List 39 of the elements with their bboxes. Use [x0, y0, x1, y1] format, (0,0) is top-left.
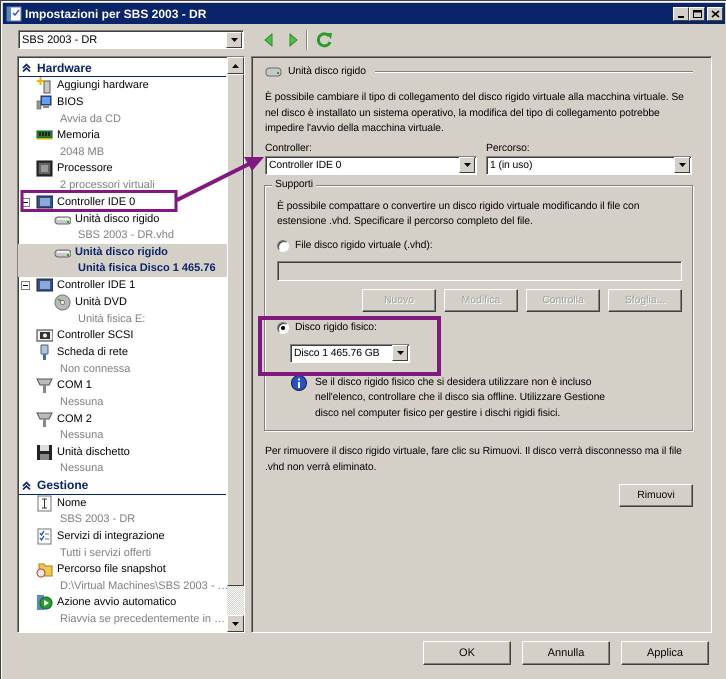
- tree-item[interactable]: Memoria 2048 MB: [18, 127, 227, 160]
- tree-item[interactable]: Unità DVD Unità fisica E:: [18, 294, 227, 328]
- remove-note: Per rimuovere il disco rigido virtuale, fare clic su Rimuovi. Il disco verrà disconnesso ma il file .vhd non verrà eliminato.: [265, 445, 683, 474]
- tree-item[interactable]: Processore 2 processori virtuali: [18, 160, 227, 194]
- tree-item[interactable]: BIOS Avvia da CD: [18, 94, 227, 128]
- tree-item[interactable]: Percorso file snapshot D:\Virtual Machines\SBS 2003 - …: [18, 561, 227, 594]
- field-label: Percorso:: [486, 142, 531, 154]
- tree-item[interactable]: Aggiungi hardware: [18, 77, 227, 94]
- tree-item[interactable]: Controller IDE 1: [18, 276, 227, 294]
- section-header[interactable]: Hardware: [19, 59, 226, 77]
- section-heading: Unità disco rigido: [288, 66, 366, 77]
- tree-item[interactable]: Unità disco rigido Unità fisica Disco 1 465.76: [18, 244, 227, 277]
- tree-item[interactable]: Unità disco rigido SBS 2003 - DR.vhd: [18, 210, 227, 244]
- section-header[interactable]: Gestione: [19, 476, 226, 495]
- tree-item[interactable]: Nome SBS 2003 - DR: [18, 494, 227, 528]
- tree-item[interactable]: Controller SCSI: [18, 327, 227, 344]
- media-description: È possibile compattare o convertire un disco rigido virtuale modificando il file con estensione .vhd. Specificare il percorso completo del file.: [277, 199, 640, 229]
- field-label: Controller:: [265, 142, 313, 154]
- disk-dropdown[interactable]: Disco 1 465.76 GB: [290, 344, 410, 362]
- group-title: Supporti: [272, 178, 316, 190]
- dialog-button[interactable]: Applica: [621, 641, 709, 665]
- radio-label[interactable]: Disco rigido fisico:: [295, 322, 377, 333]
- tree-item[interactable]: COM 1 Nessuna: [18, 377, 227, 410]
- tree-item[interactable]: COM 2 Nessuna: [18, 410, 227, 444]
- vm-dropdown[interactable]: SBS 2003 - DR: [18, 30, 244, 49]
- tree-item[interactable]: Controller IDE 0: [18, 194, 227, 211]
- window-title: Impostazioni per SBS 2003 - DR: [25, 6, 208, 20]
- tree-item[interactable]: Unità dischetto Nessuna: [18, 444, 227, 477]
- remove-button[interactable]: Rimuovi: [619, 484, 693, 507]
- tree-item[interactable]: Scheda di rete Non connessa: [18, 344, 227, 378]
- dialog-button[interactable]: OK: [423, 641, 511, 665]
- location-dropdown[interactable]: 1 (in uso): [486, 156, 692, 174]
- tree-item[interactable]: Servizi di integrazione Tutti i servizi offerti: [18, 528, 227, 562]
- intro-text: È possibile cambiare il tipo di collegamento del disco rigido virtuale alla macchina virtuale. Se nel disco è installato un sistema operativo, la modifica del tipo di collegamento potrebbe impedire l'avvio della macchina virtuale.: [265, 90, 685, 136]
- info-text: Se il disco rigido fisico che si desidera utilizzare non è incluso nell'elenco, controllare che il disco sia offline. Utilizzare Gestione disco nel computer fisico per gestire i dischi rigidi fisici.: [315, 376, 606, 420]
- tree-item[interactable]: Azione avvio automatico Riavvia se precedentemente in …: [18, 594, 227, 628]
- dialog-button[interactable]: Annulla: [522, 641, 610, 665]
- radio-label[interactable]: File disco rigido virtuale (.vhd):: [295, 240, 433, 251]
- controller-dropdown[interactable]: Controller IDE 0: [265, 156, 477, 174]
